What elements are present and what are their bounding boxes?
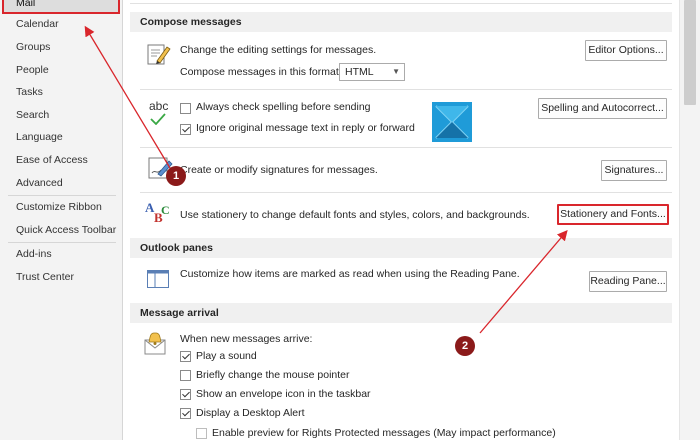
annotation-badge-1: 1 — [166, 166, 186, 186]
arrow-to-mail — [84, 25, 171, 169]
annotation-arrows — [84, 25, 568, 334]
arrow-to-stationery — [479, 230, 568, 334]
annotation-badge-2: 2 — [455, 336, 475, 356]
